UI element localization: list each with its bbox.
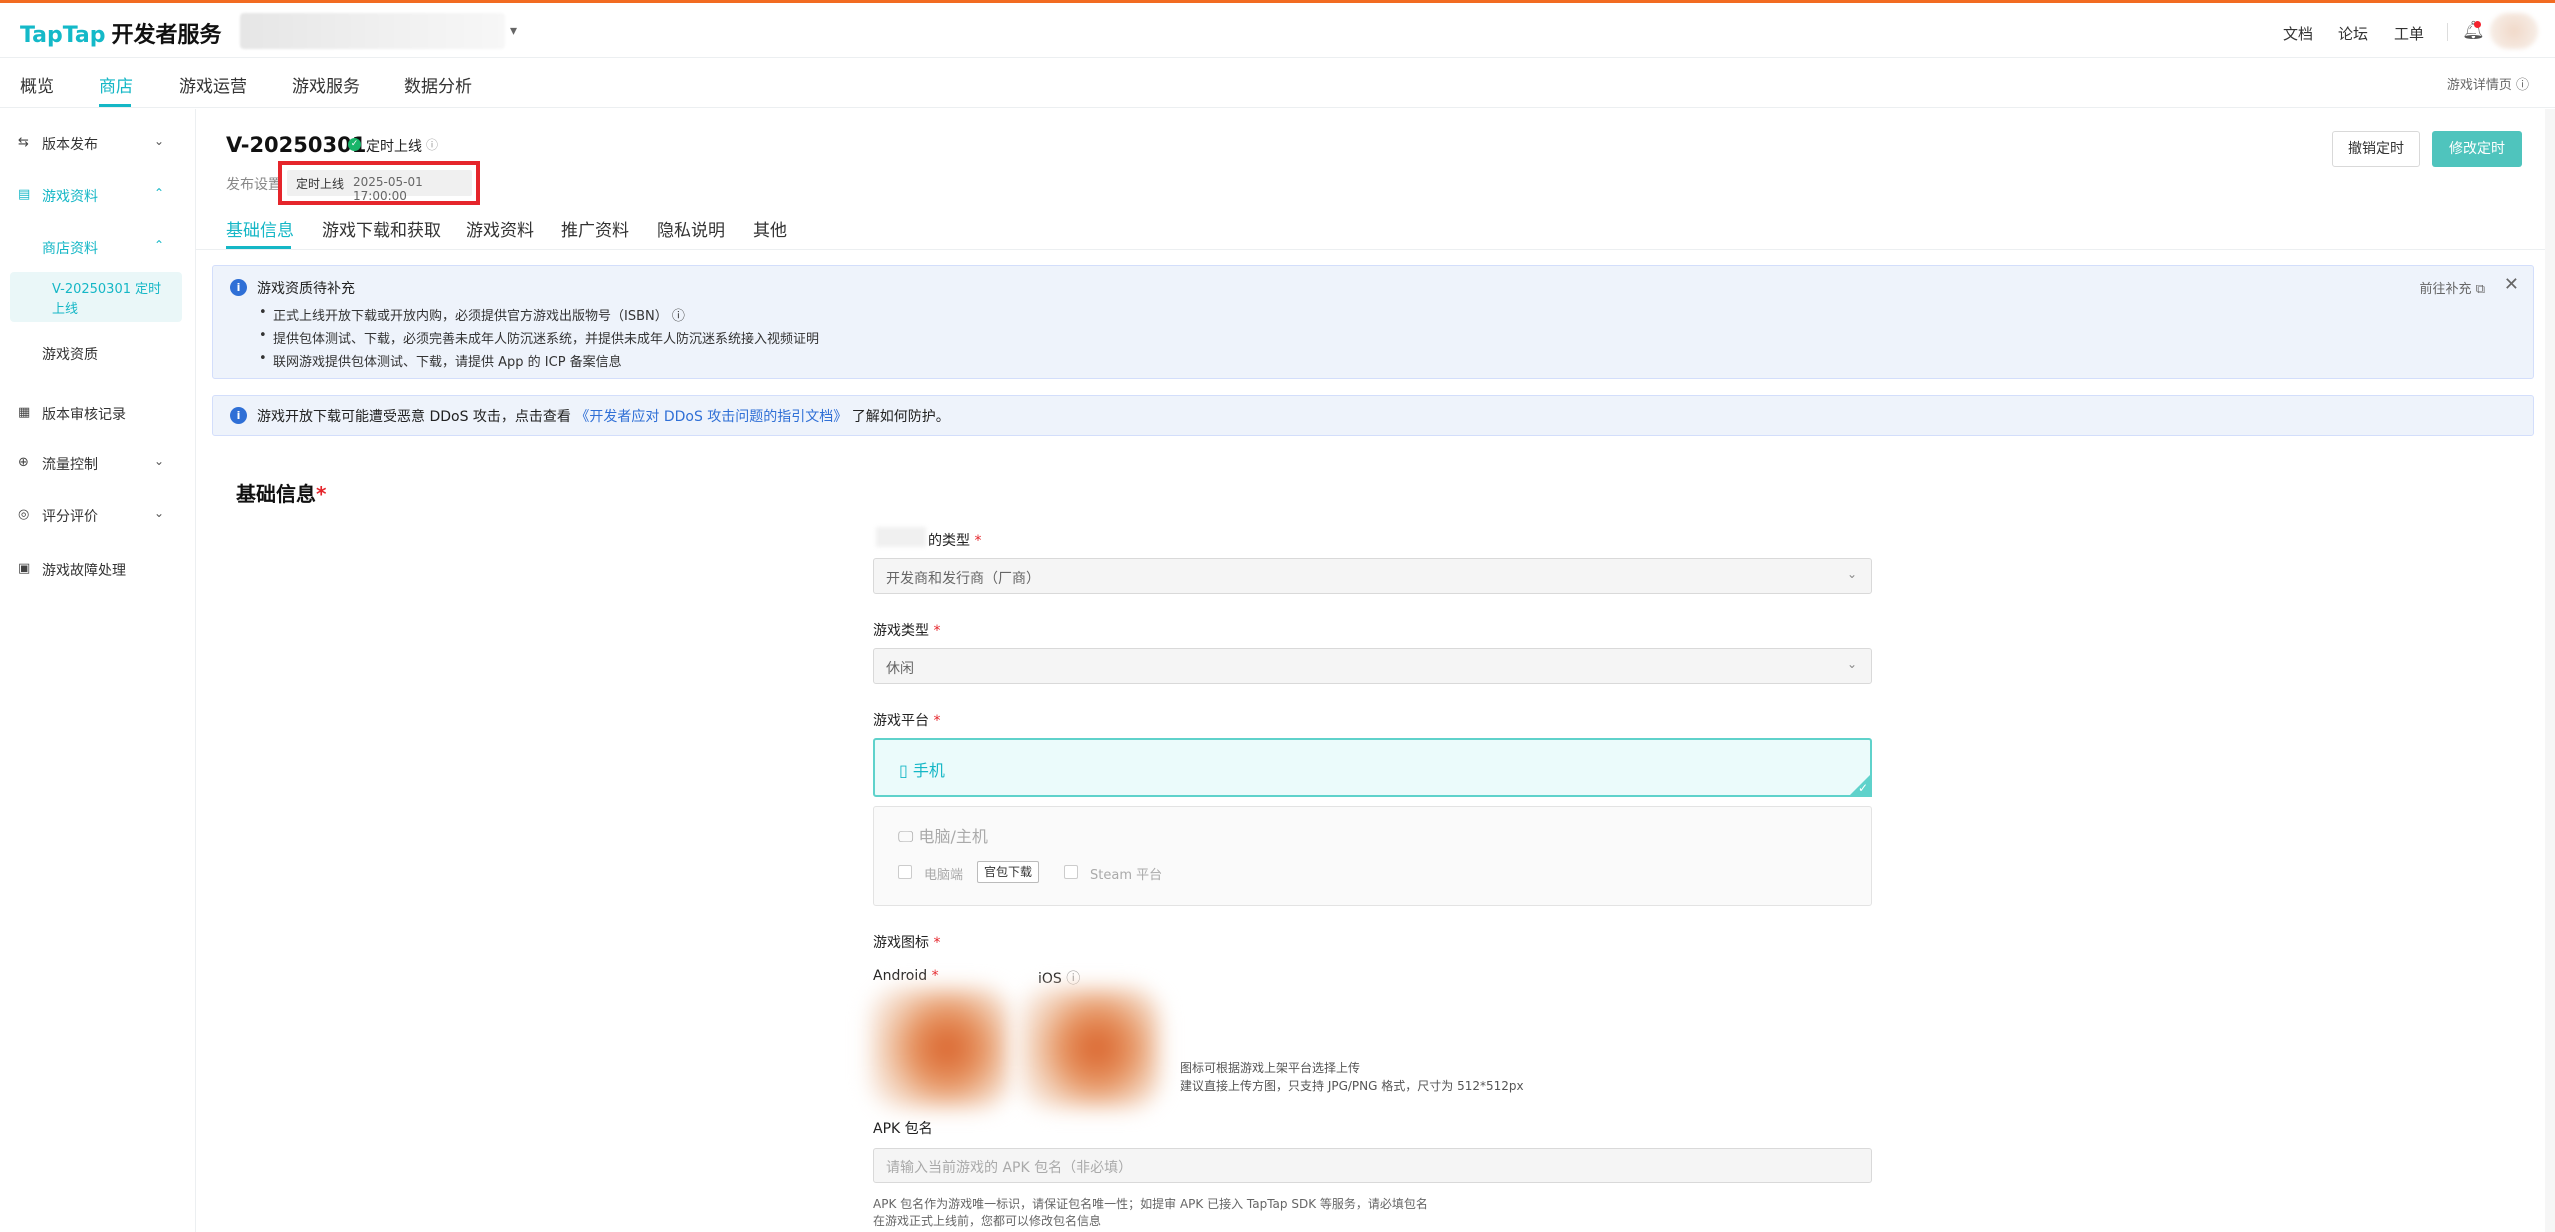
sidebar-item-game-info[interactable]: ▤ 游戏资料 ⌃ — [0, 178, 196, 214]
logo[interactable]: TapTap 开发者服务 — [20, 17, 222, 49]
go-supplement-link[interactable]: 前往补充 ⧉ — [2420, 278, 2485, 297]
nav-store[interactable]: 商店 — [99, 72, 133, 97]
clipboard-icon: ▦ — [18, 405, 31, 420]
ios-icon-upload[interactable] — [1020, 988, 1160, 1108]
alert-item: 提供包体测试、下载，必须完善未成年人防沉迷系统，并提供未成年人防沉迷系统接入视频… — [259, 328, 819, 347]
avatar[interactable] — [2490, 13, 2538, 49]
sidebar-item-review-records[interactable]: ▦ 版本审核记录 — [0, 396, 196, 432]
sidebar-item-fault[interactable]: ▣ 游戏故障处理 — [0, 552, 196, 588]
phone-icon: ▯ — [899, 761, 908, 780]
android-label: Android * — [873, 968, 939, 984]
type-label: 的类型 * — [928, 533, 982, 549]
tab-game-info[interactable]: 游戏资料 — [466, 216, 534, 241]
top-bar: TapTap 开发者服务 ▾ 文档 论坛 工单 🔔︎ — [0, 3, 2555, 58]
fault-icon: ▣ — [18, 561, 31, 576]
genre-select[interactable]: 休闲 ⌄ — [873, 648, 1872, 684]
alert-item: 正式上线开放下载或开放内购，必须提供官方游戏出版物号（ISBN） ⓘ — [259, 305, 685, 324]
release-icon: ⇆ — [18, 135, 29, 150]
external-link-icon: ⧉ — [2475, 282, 2485, 297]
qualification-alert: i 游戏资质待补充 正式上线开放下载或开放内购，必须提供官方游戏出版物号（ISB… — [212, 265, 2534, 379]
chevron-down-icon: ⌄ — [154, 454, 165, 468]
chevron-down-icon: ⌄ — [154, 506, 165, 520]
tab-divider — [196, 249, 2555, 250]
platform-label: 游戏平台 * — [873, 713, 941, 729]
chevron-up-icon: ⌃ — [154, 186, 165, 200]
publish-setting-label: 发布设置 — [226, 177, 282, 193]
tab-promotion[interactable]: 推广资料 — [561, 216, 629, 241]
scrollbar[interactable] — [2545, 109, 2555, 1232]
sidebar-item-release[interactable]: ⇆ 版本发布 ⌄ — [0, 126, 196, 162]
ticket-link[interactable]: 工单 — [2394, 23, 2424, 44]
cancel-schedule-button[interactable]: 撤销定时 — [2332, 131, 2420, 167]
status-badge: 定时上线 — [366, 139, 422, 155]
close-icon[interactable]: ✕ — [2504, 274, 2519, 295]
app-selector[interactable] — [240, 13, 505, 49]
help-icon[interactable]: ⓘ — [1066, 971, 1080, 987]
steam-checkbox[interactable] — [1064, 865, 1078, 879]
tab-basic-info[interactable]: 基础信息 — [226, 216, 294, 241]
pc-checkbox[interactable] — [898, 865, 912, 879]
android-icon-upload[interactable] — [870, 988, 1010, 1108]
check-icon: ✓ — [348, 138, 361, 151]
info-icon: i — [230, 407, 247, 424]
modify-schedule-button[interactable]: 修改定时 — [2432, 131, 2522, 167]
icon-note: 建议直接上传方图，只支持 JPG/PNG 格式，尺寸为 512*512px — [1180, 1079, 1524, 1093]
platform-phone-option[interactable]: ▯ 手机 ✓ — [873, 738, 1872, 797]
sidebar-item-rating[interactable]: ◎ 评分评价 ⌄ — [0, 498, 196, 534]
check-icon: ✓ — [1857, 781, 1868, 795]
ios-label: iOS ⓘ — [1038, 971, 1081, 987]
tab-privacy[interactable]: 隐私说明 — [657, 216, 725, 241]
icon-label: 游戏图标 * — [873, 935, 941, 951]
info-icon: i — [230, 279, 247, 296]
tab-other[interactable]: 其他 — [753, 216, 787, 241]
forum-link[interactable]: 论坛 — [2338, 23, 2368, 44]
apk-input[interactable]: 请输入当前游戏的 APK 包名（非必填） — [873, 1148, 1872, 1183]
alert-item: 联网游戏提供包体测试、下载，请提供 App 的 ICP 备案信息 — [259, 351, 622, 370]
main-nav: 概览 商店 游戏运营 游戏服务 数据分析 — [0, 59, 2555, 108]
tab-download[interactable]: 游戏下载和获取 — [322, 216, 441, 241]
genre-label: 游戏类型 * — [873, 623, 941, 639]
notification-dot — [2474, 21, 2481, 28]
redacted-text — [876, 527, 926, 547]
sidebar-item-version[interactable]: V-20250301 定时上线 — [10, 272, 182, 322]
info-icon: ⓘ — [2515, 78, 2529, 93]
nav-overview[interactable]: 概览 — [20, 72, 54, 97]
docs-link[interactable]: 文档 — [2283, 23, 2313, 44]
sidebar-item-traffic[interactable]: ⊕ 流量控制 ⌄ — [0, 446, 196, 482]
rating-icon: ◎ — [18, 507, 30, 522]
official-download-tag: 官包下载 — [977, 861, 1040, 883]
chevron-down-icon[interactable]: ▾ — [510, 23, 517, 39]
divider — [2447, 23, 2448, 41]
chevron-down-icon: ⌄ — [154, 134, 165, 148]
page-title: V-20250301 — [226, 133, 367, 157]
type-select[interactable]: 开发商和发行商（厂商） ⌄ — [873, 558, 1872, 594]
chevron-down-icon: ⌄ — [1846, 657, 1857, 671]
help-icon[interactable]: ⓘ — [672, 309, 685, 324]
apk-help: APK 包名作为游戏唯一标识，请保证包名唯一性；如提审 APK 已接入 TapT… — [873, 1197, 1428, 1211]
game-detail-link[interactable]: 游戏详情页 ⓘ — [2447, 74, 2529, 93]
apk-label: APK 包名 — [873, 1121, 933, 1137]
monitor-icon: 🖵︎ — [898, 827, 914, 846]
ddos-guide-link[interactable]: 《开发者应对 DDoS 攻击问题的指引文档》 — [575, 409, 847, 425]
platform-pc-option[interactable]: 🖵︎ 电脑/主机 电脑端 官包下载 Steam 平台 — [873, 806, 1872, 906]
chevron-up-icon: ⌃ — [154, 238, 165, 252]
nav-active-indicator — [99, 104, 131, 107]
sidebar-item-store-info[interactable]: 商店资料 ⌃ — [0, 230, 196, 266]
flow-icon: ⊕ — [18, 455, 29, 470]
apk-help: 在游戏正式上线前，您都可以修改包名信息 — [873, 1214, 1102, 1228]
tab-active-indicator — [226, 246, 291, 249]
icon-note: 图标可根据游戏上架平台选择上传 — [1180, 1061, 1361, 1075]
doc-icon: ▤ — [18, 187, 31, 202]
nav-services[interactable]: 游戏服务 — [292, 72, 360, 97]
nav-operations[interactable]: 游戏运营 — [179, 72, 247, 97]
chevron-down-icon: ⌄ — [1846, 567, 1857, 581]
highlight-box — [278, 161, 480, 205]
ddos-alert: i 游戏开放下载可能遭受恶意 DDoS 攻击，点击查看 《开发者应对 DDoS … — [212, 395, 2534, 436]
sidebar-item-qualification[interactable]: 游戏资质 — [42, 344, 98, 364]
nav-analytics[interactable]: 数据分析 — [404, 72, 472, 97]
section-title: 基础信息* — [236, 482, 327, 506]
help-icon[interactable]: ⓘ — [426, 136, 438, 153]
